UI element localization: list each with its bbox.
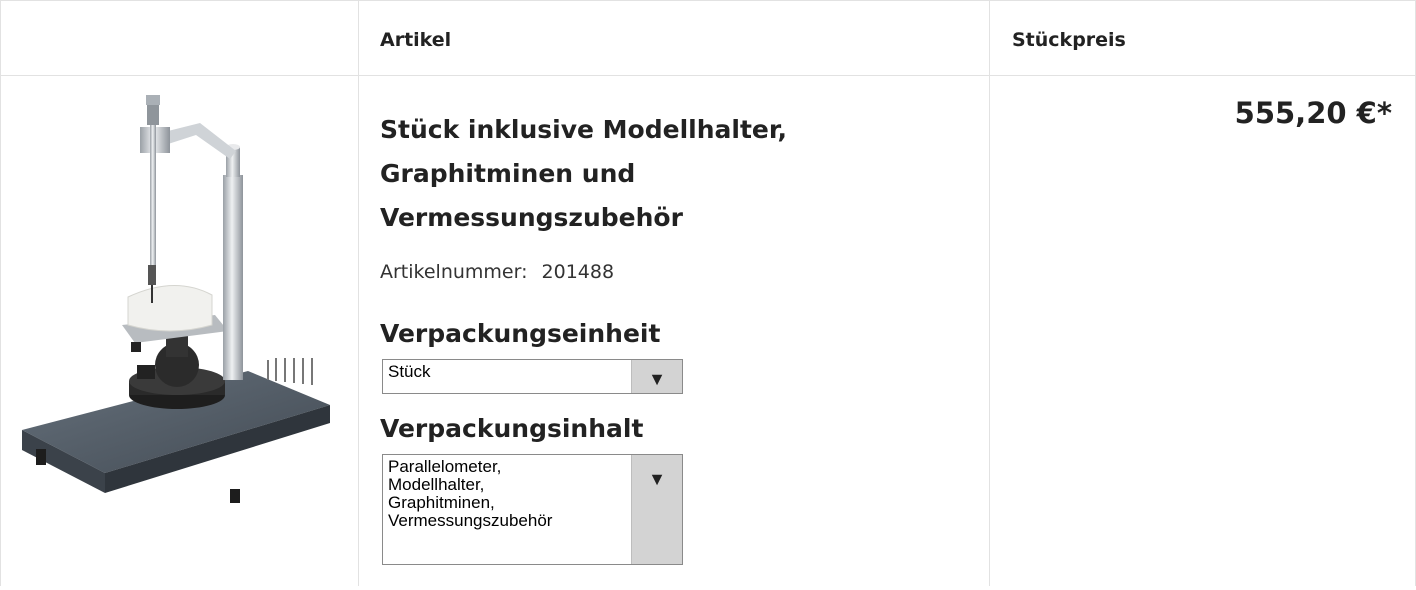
article-number-row: Artikelnummer: 201488	[380, 261, 614, 283]
product-image[interactable]	[0, 75, 358, 586]
packaging-unit-heading: Verpackungseinheit	[380, 319, 661, 348]
header-article: Artikel	[380, 29, 452, 51]
column-divider-1	[358, 0, 359, 586]
packaging-content-value: Parallelometer, Modellhalter, Graphitmin…	[388, 458, 552, 530]
product-title-line: Vermessungszubehör	[380, 203, 683, 232]
packaging-content-dropdown-button[interactable]: ▼	[631, 455, 682, 564]
article-number-label: Artikelnummer:	[380, 261, 528, 283]
unit-price: 555,20 €*	[1234, 96, 1392, 130]
chevron-down-icon: ▼	[648, 369, 666, 389]
article-number-value: 201488	[541, 261, 615, 283]
chevron-down-icon: ▼	[648, 469, 666, 489]
packaging-unit-dropdown-button[interactable]: ▼	[631, 360, 682, 393]
packaging-unit-value: Stück	[388, 362, 431, 381]
table-border-top	[0, 0, 1416, 1]
product-title-line: Graphitminen und	[380, 159, 636, 188]
product-title[interactable]: Stück inklusive Modellhalter, Graphitmin…	[380, 108, 940, 240]
packaging-content-heading: Verpackungsinhalt	[380, 414, 644, 443]
packaging-content-line: Modellhalter,	[388, 475, 485, 494]
packaging-unit-select[interactable]: Stück ▼	[382, 359, 683, 394]
column-divider-2	[989, 0, 990, 586]
header-unit-price: Stückpreis	[1012, 29, 1126, 51]
parallelometer-illustration	[22, 95, 330, 503]
packaging-content-select[interactable]: Parallelometer, Modellhalter, Graphitmin…	[382, 454, 683, 565]
product-table: Artikel Stückpreis Stück inklusive Model…	[0, 0, 1416, 586]
packaging-content-line: Vermessungszubehör	[388, 511, 553, 530]
packaging-content-line: Graphitminen,	[388, 493, 495, 512]
product-title-line: Stück inklusive Modellhalter,	[380, 115, 788, 144]
packaging-content-line: Parallelometer,	[388, 457, 502, 476]
